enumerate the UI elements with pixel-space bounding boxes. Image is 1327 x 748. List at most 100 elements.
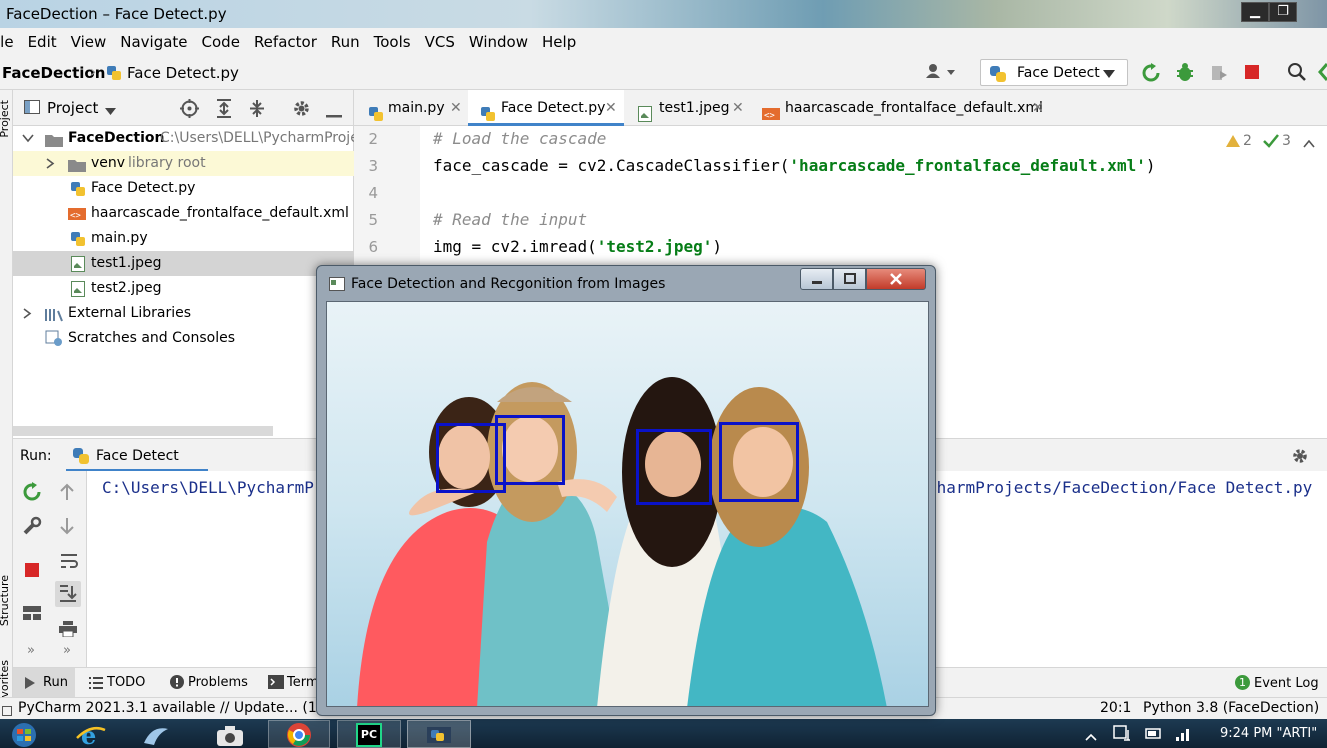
menu-navigate[interactable]: Navigate (113, 33, 194, 51)
stop-icon[interactable] (25, 563, 39, 581)
menu-file[interactable]: ile (0, 33, 21, 51)
ide-update-icon[interactable] (1318, 62, 1327, 86)
wrench-icon[interactable] (22, 516, 42, 540)
menu-refactor[interactable]: Refactor (247, 33, 324, 51)
menu-vcs[interactable]: VCS (418, 33, 462, 51)
locate-file-icon[interactable] (180, 99, 199, 122)
svg-text:e: e (81, 722, 96, 748)
show-hidden-icons[interactable] (1085, 729, 1097, 745)
menu-run[interactable]: Run (324, 33, 367, 51)
code-string: 'test2.jpeg' (596, 237, 713, 256)
maximize-button[interactable]: ❐ (1269, 2, 1297, 22)
python-window-taskbar-button[interactable] (407, 720, 471, 748)
tab-main-py[interactable]: main.py ✕ (364, 90, 466, 126)
image-file-icon (71, 281, 85, 301)
window-controls: ▁ ❐ (1241, 2, 1297, 22)
detected-faces-image (326, 301, 929, 707)
warning-icon[interactable] (1226, 135, 1240, 151)
popup-minimize-button[interactable] (800, 268, 833, 290)
hide-panel-icon[interactable] (326, 106, 342, 122)
tree-item-test1[interactable]: test1.jpeg (13, 251, 354, 276)
popup-title: Face Detection and Recgonition from Imag… (351, 276, 666, 292)
run-configuration-selector[interactable]: Face Detect (980, 59, 1128, 86)
camera-icon[interactable] (215, 723, 245, 748)
problems-tab[interactable]: Problems (188, 675, 248, 690)
more-icon[interactable]: » (27, 643, 35, 658)
stop-icon[interactable] (1245, 65, 1259, 83)
menu-window[interactable]: Window (462, 33, 535, 51)
gear-icon[interactable] (292, 99, 311, 122)
tree-root[interactable]: FaceDection C:\Users\DELL\PycharmProjec (13, 126, 354, 151)
user-icon[interactable] (925, 63, 959, 85)
tree-item-test2[interactable]: test2.jpeg (13, 276, 354, 301)
python-interpreter[interactable]: Python 3.8 (FaceDection) (1143, 700, 1319, 716)
tab-face-detect[interactable]: Face Detect.py ✕ (468, 90, 624, 126)
breadcrumb-file[interactable]: Face Detect.py (127, 64, 239, 82)
tree-item-face-detect[interactable]: Face Detect.py (13, 176, 354, 201)
menu-tools[interactable]: Tools (367, 33, 418, 51)
code-text: face_cascade = cv2.CascadeClassifier( (433, 156, 790, 175)
internet-explorer-icon[interactable]: e (75, 721, 107, 748)
debug-icon[interactable] (1175, 62, 1195, 86)
code-line: face_cascade = cv2.CascadeClassifier('ha… (433, 156, 1155, 175)
structure-tool-label[interactable]: Structure (0, 575, 11, 626)
rerun-icon[interactable] (1141, 63, 1161, 87)
tree-item-external-libraries[interactable]: External Libraries (13, 301, 354, 326)
network-icon[interactable] (1175, 725, 1193, 745)
todo-tab[interactable]: TODO (107, 675, 145, 690)
tree-item-main[interactable]: main.py (13, 226, 354, 251)
run-tool-tab[interactable]: Run (13, 668, 75, 698)
search-icon[interactable] (1287, 62, 1307, 86)
minimize-button[interactable]: ▁ (1241, 2, 1269, 22)
expand-all-icon[interactable] (216, 99, 232, 122)
cursor-position[interactable]: 20:1 (1100, 700, 1131, 716)
check-icon[interactable] (1263, 134, 1279, 152)
chevron-up-icon[interactable] (1303, 136, 1315, 152)
menu-edit[interactable]: Edit (21, 33, 64, 51)
popup-close-button[interactable] (866, 268, 926, 290)
breadcrumb-separator-icon: › (90, 62, 97, 81)
terminal-tab[interactable]: Term (287, 675, 319, 690)
horizontal-scrollbar[interactable] (13, 426, 273, 436)
battery-icon[interactable] (1145, 725, 1163, 745)
popup-maximize-button[interactable] (833, 268, 866, 290)
tab-haarcascade[interactable]: <> haarcascade_frontalface_default.xml ✕ (758, 90, 1058, 126)
face-detection-window[interactable]: Face Detection and Recgonition from Imag… (316, 265, 936, 716)
arrow-up-icon[interactable] (60, 483, 74, 505)
soft-wrap-icon[interactable] (60, 553, 78, 573)
project-panel-title[interactable]: Project (47, 99, 98, 117)
more-icon[interactable]: » (63, 643, 71, 658)
face-box (719, 422, 799, 502)
coverage-icon[interactable] (1209, 63, 1229, 87)
menu-code[interactable]: Code (195, 33, 247, 51)
close-icon[interactable]: ✕ (732, 90, 744, 126)
event-log-tab[interactable]: Event Log (1254, 676, 1319, 691)
group-photo (327, 302, 928, 706)
close-icon[interactable]: ✕ (450, 90, 462, 126)
rerun-icon[interactable] (22, 482, 42, 506)
start-button-icon[interactable] (6, 722, 42, 748)
close-icon[interactable]: ✕ (605, 90, 617, 126)
project-tool-label[interactable]: Project (0, 100, 11, 138)
collapse-all-icon[interactable] (249, 99, 265, 122)
chevron-down-icon[interactable] (105, 104, 116, 120)
tab-test1[interactable]: test1.jpeg ✕ (626, 90, 751, 126)
app-icon[interactable] (140, 723, 170, 748)
close-icon[interactable]: ✕ (1032, 90, 1044, 126)
chrome-taskbar-button[interactable] (268, 720, 330, 748)
gear-icon[interactable] (1291, 447, 1309, 469)
scroll-to-end-button[interactable] (55, 581, 81, 607)
action-center-icon[interactable] (1113, 725, 1131, 745)
layout-icon[interactable] (23, 606, 41, 624)
print-icon[interactable] (59, 621, 77, 641)
pycharm-taskbar-button[interactable]: PC (337, 720, 401, 748)
tree-item-haarcascade[interactable]: <> haarcascade_frontalface_default.xml (13, 201, 354, 226)
menu-view[interactable]: View (64, 33, 114, 51)
tree-item-scratches[interactable]: Scratches and Consoles (13, 326, 354, 351)
clock[interactable]: 9:24 PM "ARTI" (1220, 726, 1317, 741)
run-tab[interactable]: Face Detect (66, 439, 208, 472)
arrow-down-icon[interactable] (60, 517, 74, 539)
menu-help[interactable]: Help (535, 33, 583, 51)
tree-item-venv[interactable]: venv library root (13, 151, 354, 176)
update-message[interactable]: PyCharm 2021.3.1 available // Update... … (18, 700, 344, 716)
